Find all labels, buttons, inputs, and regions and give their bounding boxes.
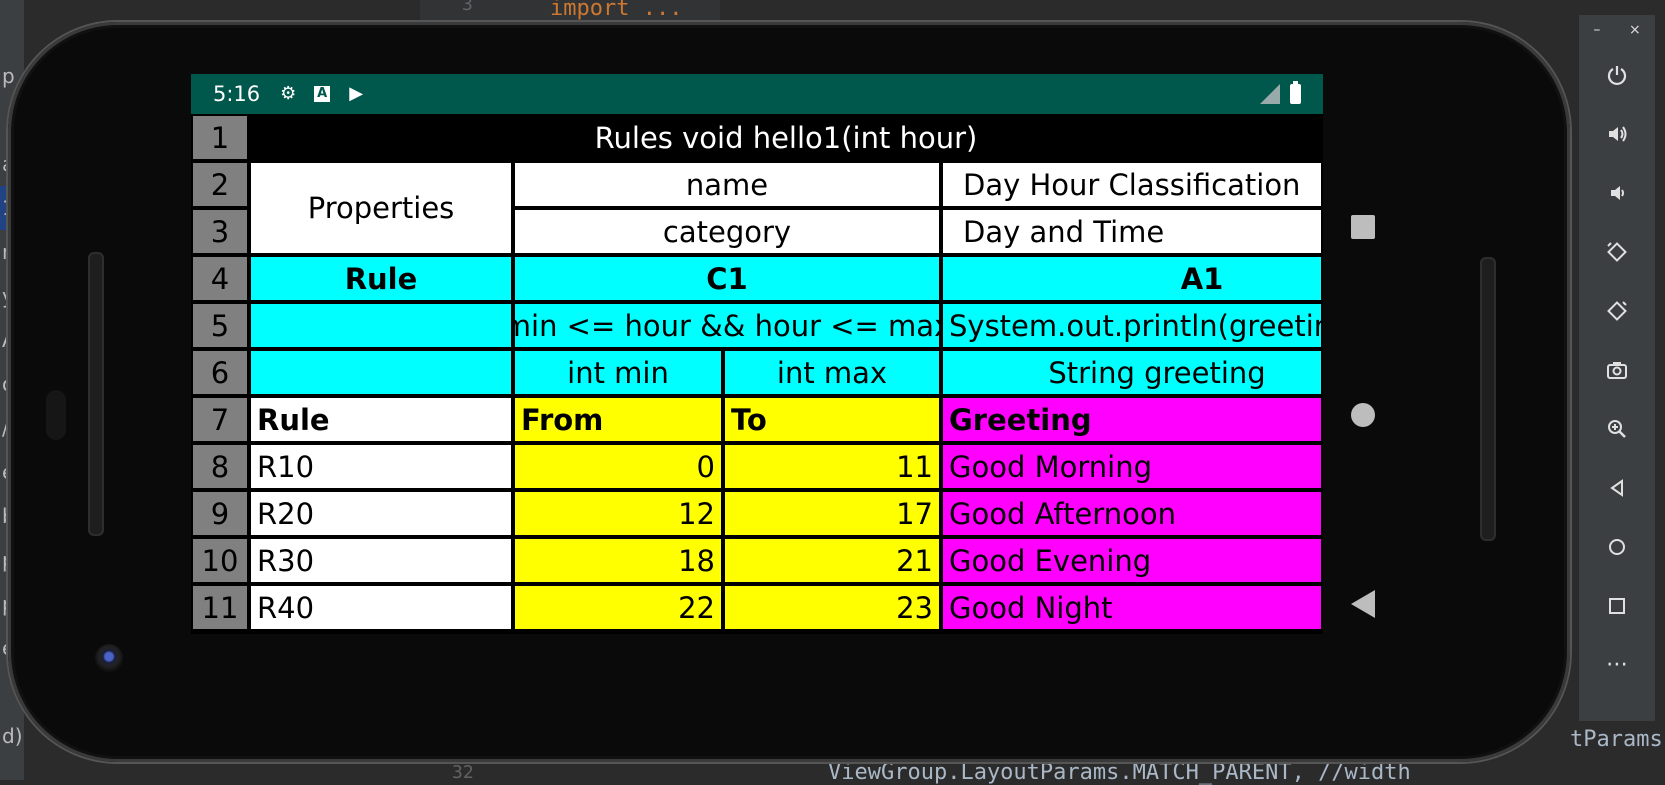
gear-icon: ⚙ xyxy=(280,83,297,104)
rotate-right-button[interactable] xyxy=(1579,281,1655,340)
signal-icon xyxy=(1260,84,1280,104)
empty-cell[interactable] xyxy=(249,302,513,349)
ide-code-top: import ... xyxy=(550,0,683,21)
zoom-icon xyxy=(1608,419,1626,438)
phone-frame: 5:16 ⚙ A ▶ 1 2 3 4 5 6 7 8 9 10 11 Rules… xyxy=(8,22,1570,762)
condition-expression[interactable]: min <= hour && hour <= max xyxy=(513,302,941,349)
rule-cell[interactable]: R10 xyxy=(249,443,513,490)
play-store-icon: ▶ xyxy=(349,83,364,104)
camera-icon xyxy=(1607,361,1627,379)
more-button[interactable]: ⋯ xyxy=(1579,635,1655,694)
camera-icon xyxy=(95,644,123,672)
col-greeting-header[interactable]: Greeting xyxy=(941,396,1323,443)
category-label[interactable]: category xyxy=(513,208,941,255)
rule-cell[interactable]: R30 xyxy=(249,537,513,584)
a1-header[interactable]: A1 xyxy=(941,255,1323,302)
phone-speaker-left xyxy=(88,252,104,536)
status-time: 5:16 xyxy=(213,82,261,106)
phone-speaker-right xyxy=(1480,257,1496,541)
power-icon xyxy=(1607,65,1627,85)
col-from-header[interactable]: From xyxy=(513,396,723,443)
c1-header[interactable]: C1 xyxy=(513,255,941,302)
emulator-toolbar: – × ⋯ xyxy=(1578,14,1656,722)
rotate-right-icon xyxy=(1607,300,1627,321)
name-label[interactable]: name xyxy=(513,161,941,208)
emulator-window-controls: – × xyxy=(1579,15,1655,45)
rule-header[interactable]: Rule xyxy=(249,255,513,302)
screenshot-button[interactable] xyxy=(1579,340,1655,399)
recents-button[interactable] xyxy=(1351,215,1375,239)
row-number[interactable]: 3 xyxy=(191,208,249,255)
a-icon: A xyxy=(314,86,331,102)
row-number[interactable]: 4 xyxy=(191,255,249,302)
row-number[interactable]: 8 xyxy=(191,443,249,490)
volume-down-icon xyxy=(1611,185,1624,200)
volume-down-button[interactable] xyxy=(1579,163,1655,222)
volume-up-icon xyxy=(1609,125,1627,142)
ide-line-number: 3 xyxy=(462,0,473,15)
row-number[interactable]: 7 xyxy=(191,396,249,443)
device-screen: 5:16 ⚙ A ▶ 1 2 3 4 5 6 7 8 9 10 11 Rules… xyxy=(191,74,1323,634)
col-to-header[interactable]: To xyxy=(723,396,941,443)
home-circle-icon xyxy=(1609,538,1625,555)
action-expression[interactable]: System.out.println(greetin xyxy=(941,302,1323,349)
row-number[interactable]: 6 xyxy=(191,349,249,396)
to-cell[interactable]: 11 xyxy=(723,443,941,490)
phone-sensor xyxy=(46,390,66,440)
greeting-cell[interactable]: Good Afternoon xyxy=(941,490,1323,537)
rotate-left-button[interactable] xyxy=(1579,222,1655,281)
row-number[interactable]: 5 xyxy=(191,302,249,349)
row-number[interactable]: 10 xyxy=(191,537,249,584)
home-nav-button[interactable] xyxy=(1579,517,1655,576)
category-value[interactable]: Day and Time xyxy=(941,208,1323,255)
table-title[interactable]: Rules void hello1(int hour) xyxy=(249,114,1323,161)
rule-cell[interactable]: R40 xyxy=(249,584,513,631)
overview-square-icon xyxy=(1609,597,1625,614)
to-cell[interactable]: 21 xyxy=(723,537,941,584)
overview-nav-button[interactable] xyxy=(1579,576,1655,635)
status-bar: 5:16 ⚙ A ▶ xyxy=(191,74,1323,114)
to-cell[interactable]: 23 xyxy=(723,584,941,631)
home-button[interactable] xyxy=(1351,403,1375,427)
from-cell[interactable]: 12 xyxy=(513,490,723,537)
param-max[interactable]: int max xyxy=(723,349,941,396)
back-button[interactable] xyxy=(1351,590,1375,618)
param-min[interactable]: int min xyxy=(513,349,723,396)
battery-icon xyxy=(1290,81,1301,104)
minimize-button[interactable]: – xyxy=(1593,22,1600,38)
from-cell[interactable]: 18 xyxy=(513,537,723,584)
col-rule-header[interactable]: Rule xyxy=(249,396,513,443)
greeting-cell[interactable]: Good Morning xyxy=(941,443,1323,490)
greeting-cell[interactable]: Good Evening xyxy=(941,537,1323,584)
back-nav-button[interactable] xyxy=(1579,458,1655,517)
param-greeting[interactable]: String greeting xyxy=(941,349,1323,396)
to-cell[interactable]: 17 xyxy=(723,490,941,537)
rotate-left-icon xyxy=(1607,241,1627,262)
row-number[interactable]: 2 xyxy=(191,161,249,208)
volume-up-button[interactable] xyxy=(1579,104,1655,163)
close-button[interactable]: × xyxy=(1629,22,1641,38)
status-right xyxy=(1260,81,1301,104)
from-cell[interactable]: 22 xyxy=(513,584,723,631)
properties-label[interactable]: Properties xyxy=(249,161,513,255)
ide-code-bottom: ViewGroup.LayoutParams.MATCH_PARENT, //w… xyxy=(828,760,1411,785)
from-cell[interactable]: 0 xyxy=(513,443,723,490)
row-number[interactable]: 1 xyxy=(191,114,249,161)
power-button[interactable] xyxy=(1579,45,1655,104)
back-triangle-icon xyxy=(1610,478,1623,497)
name-value[interactable]: Day Hour Classification xyxy=(941,161,1323,208)
row-number[interactable]: 11 xyxy=(191,584,249,631)
zoom-button[interactable] xyxy=(1579,399,1655,458)
empty-cell[interactable] xyxy=(249,349,513,396)
ide-char: d) xyxy=(2,724,23,748)
ide-code-right: tParams xyxy=(1570,727,1663,752)
greeting-cell[interactable]: Good Night xyxy=(941,584,1323,631)
rule-cell[interactable]: R20 xyxy=(249,490,513,537)
row-number[interactable]: 9 xyxy=(191,490,249,537)
